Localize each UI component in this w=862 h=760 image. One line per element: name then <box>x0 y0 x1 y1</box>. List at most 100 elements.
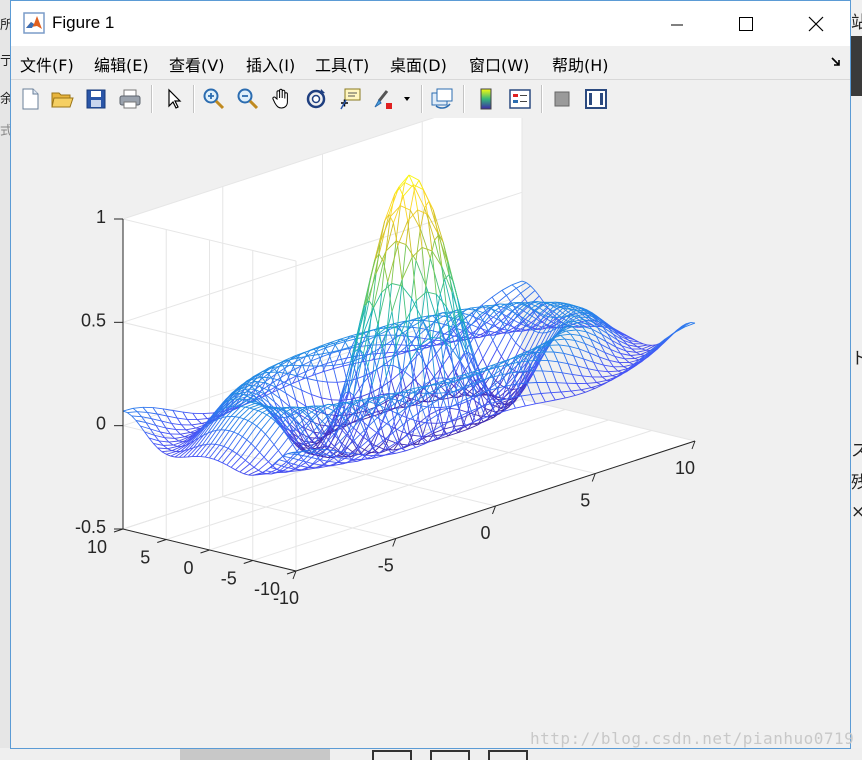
brush-icon <box>374 90 410 109</box>
mesh-line <box>557 361 563 373</box>
mesh-line <box>556 382 562 393</box>
close-button[interactable] <box>787 1 845 46</box>
mesh-line <box>597 370 603 378</box>
mesh-line <box>541 370 548 383</box>
z-tick-label: 0.5 <box>81 310 106 330</box>
title-bar[interactable]: Figure 1 <box>11 1 850 46</box>
insert-legend-button[interactable] <box>507 86 533 112</box>
open-folder-icon <box>51 92 74 108</box>
maximize-icon <box>739 16 753 31</box>
menu-edit[interactable]: 编辑(E) <box>94 52 149 76</box>
hide-plot-tools-button[interactable] <box>549 86 575 112</box>
mesh-line <box>601 376 607 381</box>
figure-canvas[interactable]: -10 -5 0 5 10 -10 -5 0 5 10 -0.5 0 0.5 1 <box>11 88 850 748</box>
mesh-line <box>534 330 539 334</box>
toolbar-separator <box>463 85 465 113</box>
background-text: ト <box>851 349 862 369</box>
colorbar-icon <box>480 88 492 110</box>
mesh-line <box>551 371 558 383</box>
mesh-line <box>538 332 544 334</box>
zoom-out-icon <box>237 88 259 110</box>
minimize-button[interactable] <box>648 1 706 46</box>
pan-button[interactable] <box>269 86 295 112</box>
mesh-line <box>637 344 648 348</box>
mesh-line <box>276 407 287 409</box>
mesh-line <box>664 331 676 340</box>
background-text: ス <box>851 441 862 461</box>
mesh-line <box>560 391 566 399</box>
mesh-line <box>375 454 386 457</box>
mesh-line <box>581 375 587 384</box>
mesh-line <box>545 399 556 403</box>
zoom-in-icon <box>203 88 225 110</box>
menu-insert[interactable]: 插入(I) <box>246 52 295 76</box>
menu-view[interactable]: 查看(V) <box>169 52 224 76</box>
hide-plot-tools-icon <box>554 91 570 107</box>
mesh-line <box>577 366 583 377</box>
dock-figure-icon[interactable] <box>830 56 842 68</box>
rotate-3d-button[interactable] <box>303 86 329 112</box>
link-plot-button[interactable] <box>429 86 455 112</box>
maximize-button[interactable] <box>717 1 775 46</box>
menu-desktop[interactable]: 桌面(D) <box>390 52 447 76</box>
mesh-line <box>636 349 647 353</box>
show-plot-tools-button[interactable] <box>583 86 609 112</box>
mesh-line <box>531 370 538 383</box>
mesh-line <box>200 456 206 458</box>
background-panel <box>850 36 862 96</box>
new-figure-button[interactable] <box>17 86 43 112</box>
mesh-line <box>558 344 565 354</box>
insert-colorbar-button[interactable] <box>473 86 499 112</box>
print-button[interactable] <box>117 86 143 112</box>
mesh-line <box>554 338 566 341</box>
y-tick-label: -10 <box>254 579 280 599</box>
zoom-in-button[interactable] <box>201 86 227 112</box>
mesh-line <box>548 345 555 353</box>
mesh-line <box>538 295 544 303</box>
y-tick-label: 10 <box>87 537 107 557</box>
menu-help[interactable]: 帮助(H) <box>552 52 609 76</box>
window-title: Figure 1 <box>52 13 115 32</box>
mesh-line <box>547 360 553 372</box>
mesh-line <box>521 394 532 397</box>
menu-file[interactable]: 文件(F) <box>20 52 74 76</box>
mesh-line <box>587 368 593 378</box>
mesh-line <box>242 398 253 401</box>
mesh-plot-3d[interactable]: -10-50510-10-50510-0.500.51 <box>11 88 850 748</box>
figure-window: Figure 1 文件(F) 编辑(E) 查看(V) 插入(I) 工具(T) 桌… <box>10 0 851 749</box>
menu-window[interactable]: 窗口(W) <box>469 52 529 76</box>
mesh-line <box>577 322 588 324</box>
mesh-line <box>580 389 586 393</box>
mesh-line <box>526 282 531 287</box>
y-tick-label: -5 <box>221 569 237 589</box>
mesh-line <box>586 383 592 389</box>
z-tick-label: 0 <box>96 414 106 434</box>
mesh-line <box>570 333 581 337</box>
mesh-line <box>564 338 575 341</box>
mesh-line <box>586 382 597 384</box>
zoom-out-button[interactable] <box>235 86 261 112</box>
arrow-pointer-icon <box>168 88 182 109</box>
mesh-line <box>536 382 542 394</box>
menu-tools[interactable]: 工具(T) <box>315 52 369 76</box>
mesh-line <box>540 392 552 394</box>
background-text: 站 <box>851 13 862 33</box>
watermark-text: http://blog.csdn.net/pianhuo0719 <box>530 729 855 748</box>
brush-button[interactable] <box>371 86 411 112</box>
rotate-3d-icon <box>306 89 326 109</box>
edit-plot-button[interactable] <box>161 86 187 112</box>
mesh-line <box>572 373 583 377</box>
mesh-line <box>563 353 569 364</box>
mesh-line <box>607 371 613 377</box>
mesh-line <box>562 372 573 375</box>
mesh-line <box>252 474 258 476</box>
data-cursor-button[interactable] <box>337 86 363 112</box>
mesh-line <box>624 358 630 363</box>
mesh-line <box>559 344 570 347</box>
open-file-button[interactable] <box>49 86 75 112</box>
mesh-line <box>560 390 572 393</box>
mesh-line <box>550 391 562 394</box>
mesh-line <box>576 383 582 391</box>
save-button[interactable] <box>83 86 109 112</box>
y-tick-mark <box>200 549 210 554</box>
